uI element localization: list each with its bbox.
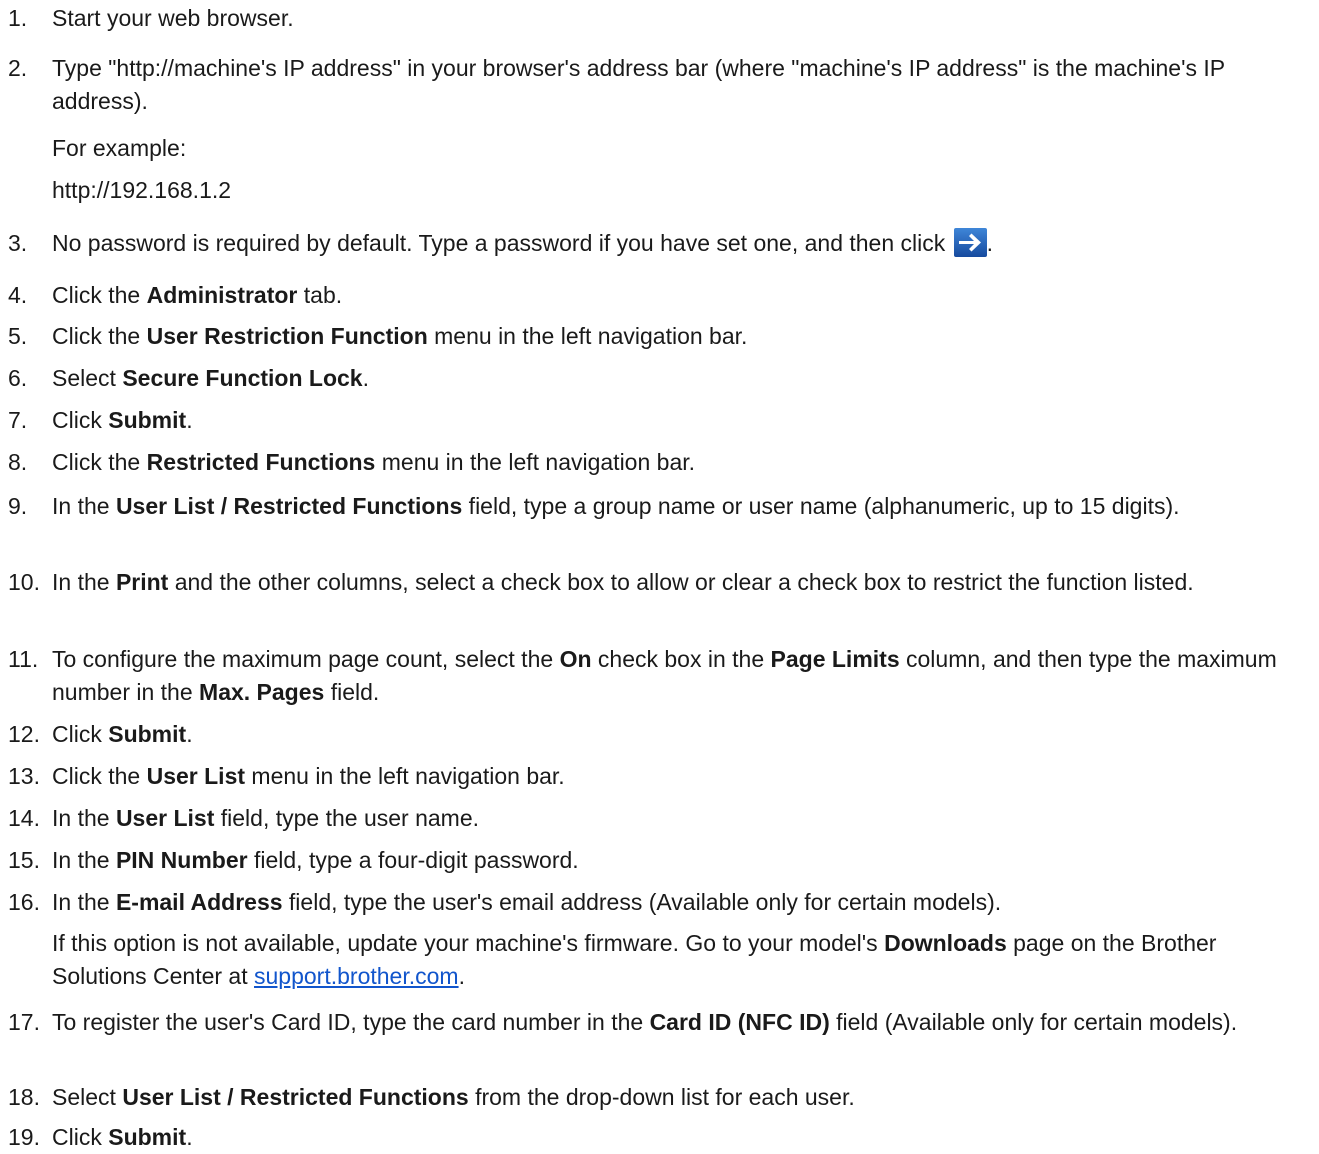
step-text: Click the User Restriction Function menu…	[52, 323, 748, 349]
step-text: Start your web browser.	[52, 5, 294, 31]
step-number: 3.	[8, 230, 28, 256]
step-text: To configure the maximum page count, sel…	[52, 646, 1277, 705]
support-link[interactable]: support.brother.com	[254, 963, 459, 989]
step-text: Select User List / Restricted Functions …	[52, 1084, 855, 1110]
step-text: To register the user's Card ID, type the…	[52, 1009, 1238, 1035]
step-number: 9.	[8, 493, 28, 519]
step-number: 19.	[8, 1124, 40, 1150]
step-number: 10.	[8, 569, 40, 595]
step-number: 12.	[8, 721, 40, 747]
step-text: Click the User List menu in the left nav…	[52, 763, 565, 789]
step-number: 8.	[8, 449, 28, 475]
step-text: No password is required by default. Type…	[52, 228, 994, 257]
step-number: 18.	[8, 1084, 40, 1110]
step-number: 11.	[8, 646, 39, 672]
step-text: In the E-mail Address field, type the us…	[52, 889, 1002, 915]
step-number: 16.	[8, 889, 40, 915]
step-number: 2.	[8, 55, 28, 81]
step-number: 13.	[8, 763, 40, 789]
step-text: Click the Restricted Functions menu in t…	[52, 449, 696, 475]
step-text: Click Submit.	[52, 721, 193, 747]
step-text: Type "http://machine's IP address" in yo…	[52, 55, 1225, 114]
step-number: 7.	[8, 407, 28, 433]
firmware-note: If this option is not available, update …	[52, 930, 1217, 989]
instruction-document: 1. Start your web browser. 2. Type "http…	[0, 0, 1319, 1153]
example-label: For example:	[52, 135, 187, 161]
step-text: In the PIN Number field, type a four-dig…	[52, 847, 579, 873]
step-number: 15.	[8, 847, 40, 873]
step-number: 14.	[8, 805, 40, 831]
step-text: Select Secure Function Lock.	[52, 365, 369, 391]
go-arrow-icon	[953, 228, 987, 257]
step-number: 6.	[8, 365, 28, 391]
example-url: http://192.168.1.2	[52, 177, 232, 203]
step-number: 4.	[8, 282, 28, 308]
step-text: Click the Administrator tab.	[52, 282, 343, 308]
step-number: 5.	[8, 323, 28, 349]
step-number: 1.	[8, 5, 28, 31]
step-text: Click Submit.	[52, 1124, 193, 1150]
step-text: In the User List / Restricted Functions …	[52, 493, 1180, 519]
step-text: Click Submit.	[52, 407, 193, 433]
step-text: In the Print and the other columns, sele…	[52, 569, 1194, 595]
step-number: 17.	[8, 1009, 40, 1035]
step-text: In the User List field, type the user na…	[52, 805, 480, 831]
